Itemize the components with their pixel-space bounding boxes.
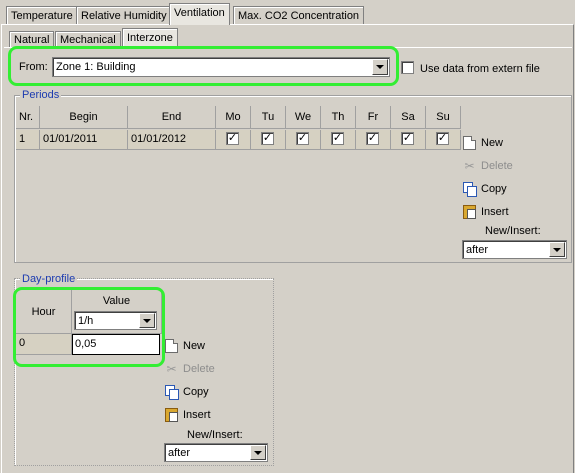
from-label: From: <box>19 61 48 73</box>
dropdown-arrow-icon[interactable] <box>549 242 565 257</box>
tab-temperature[interactable]: Temperature <box>6 6 78 25</box>
unit-select[interactable]: 1/h <box>74 311 157 330</box>
day-profile-delete-button[interactable]: ✂ Delete <box>165 361 215 377</box>
periods-copy-button[interactable]: Copy <box>463 181 507 197</box>
tab-interzone[interactable]: Interzone <box>122 28 178 48</box>
tab-label: Mechanical <box>60 34 116 46</box>
day-profile-insert-label: Insert <box>183 409 211 421</box>
monday-checkbox[interactable]: ✓ <box>226 132 239 145</box>
cell-th: ✓ <box>321 130 356 150</box>
tab-label: Relative Humidity <box>81 10 167 22</box>
col-hour: Hour <box>16 290 72 334</box>
col-mo: Mo <box>216 106 251 129</box>
periods-delete-button[interactable]: ✂ Delete <box>463 158 513 174</box>
day-profile-title: Day-profile <box>20 273 78 285</box>
col-th: Th <box>321 106 356 129</box>
periods-new-insert-label: New/Insert: <box>485 225 541 237</box>
paste-icon <box>463 205 476 219</box>
col-end: End <box>128 106 216 129</box>
cell-end[interactable]: 01/01/2012 <box>128 130 216 150</box>
col-we: We <box>286 106 321 129</box>
tab-mechanical[interactable]: Mechanical <box>55 31 121 48</box>
day-profile-delete-label: Delete <box>183 363 215 375</box>
day-profile-copy-label: Copy <box>183 386 209 398</box>
friday-checkbox[interactable]: ✓ <box>366 132 379 145</box>
paste-icon <box>165 408 178 422</box>
periods-table: Nr. Begin End Mo Tu We Th Fr Sa Su 1 01/… <box>16 106 461 258</box>
value-input[interactable]: 0,05 <box>72 334 160 355</box>
scissors-icon: ✂ <box>166 362 177 376</box>
table-row[interactable]: 1 01/01/2011 01/01/2012 ✓ ✓ ✓ ✓ ✓ ✓ ✓ <box>16 130 461 151</box>
periods-new-label: New <box>481 137 504 149</box>
periods-copy-label: Copy <box>481 183 507 195</box>
from-zone-value: Zone 1: Building <box>56 61 136 73</box>
col-begin: Begin <box>40 106 128 129</box>
scissors-icon: ✂ <box>464 159 475 173</box>
col-tu: Tu <box>251 106 286 129</box>
cell-su: ✓ <box>426 130 461 150</box>
tab-label: Interzone <box>127 32 173 44</box>
dropdown-arrow-icon[interactable] <box>139 313 155 328</box>
cell-fr: ✓ <box>356 130 391 150</box>
thursday-checkbox[interactable]: ✓ <box>331 132 344 145</box>
periods-insert-label: Insert <box>481 206 509 218</box>
copy-icon <box>463 182 477 197</box>
day-profile-copy-button[interactable]: Copy <box>165 384 209 400</box>
cell-mo: ✓ <box>216 130 251 150</box>
tab-max-co2-concentration[interactable]: Max. CO2 Concentration <box>233 6 365 25</box>
cell-we: ✓ <box>286 130 321 150</box>
dropdown-arrow-icon[interactable] <box>250 445 266 460</box>
tab-label: Ventilation <box>174 7 225 19</box>
new-document-icon <box>165 339 178 353</box>
col-nr: Nr. <box>16 106 40 129</box>
cell-tu: ✓ <box>251 130 286 150</box>
unit-value: 1/h <box>78 314 94 327</box>
subtab-divider <box>4 47 572 48</box>
day-profile-insert-button[interactable]: Insert <box>165 407 211 423</box>
periods-title: Periods <box>20 89 62 101</box>
periods-delete-label: Delete <box>481 160 513 172</box>
periods-insert-button[interactable]: Insert <box>463 204 509 220</box>
col-sa: Sa <box>391 106 426 129</box>
tab-ventilation[interactable]: Ventilation <box>169 3 230 25</box>
cell-hour[interactable]: 0 <box>16 334 72 355</box>
col-fr: Fr <box>356 106 391 129</box>
tab-label: Natural <box>14 34 50 46</box>
cell-sa: ✓ <box>391 130 426 150</box>
use-extern-file-label: Use data from extern file <box>420 63 540 75</box>
periods-new-button[interactable]: New <box>463 135 503 151</box>
col-value-label: Value <box>102 295 131 307</box>
tab-natural[interactable]: Natural <box>9 31 55 48</box>
new-document-icon <box>463 136 476 150</box>
col-su: Su <box>426 106 461 129</box>
dropdown-arrow-icon[interactable] <box>372 59 388 75</box>
tuesday-checkbox[interactable]: ✓ <box>261 132 274 145</box>
day-profile-new-label: New <box>183 340 206 352</box>
cell-nr[interactable]: 1 <box>16 130 40 150</box>
periods-new-insert-select[interactable]: after <box>462 240 567 259</box>
cell-begin[interactable]: 01/01/2011 <box>40 130 128 150</box>
sunday-checkbox[interactable]: ✓ <box>436 132 449 145</box>
tab-label: Max. CO2 Concentration <box>238 10 360 22</box>
use-extern-file-checkbox[interactable] <box>401 61 414 74</box>
periods-new-insert-value: after <box>466 243 489 256</box>
tab-label: Temperature <box>11 10 73 22</box>
day-profile-new-button[interactable]: New <box>165 338 205 354</box>
day-profile-new-insert-select[interactable]: after <box>164 443 268 462</box>
day-profile-new-insert-value: after <box>168 446 191 459</box>
tab-relative-humidity[interactable]: Relative Humidity <box>76 6 172 25</box>
wednesday-checkbox[interactable]: ✓ <box>296 132 309 145</box>
saturday-checkbox[interactable]: ✓ <box>401 132 414 145</box>
copy-icon <box>165 385 179 400</box>
day-profile-new-insert-label: New/Insert: <box>187 429 243 441</box>
from-zone-select[interactable]: Zone 1: Building <box>52 57 390 77</box>
